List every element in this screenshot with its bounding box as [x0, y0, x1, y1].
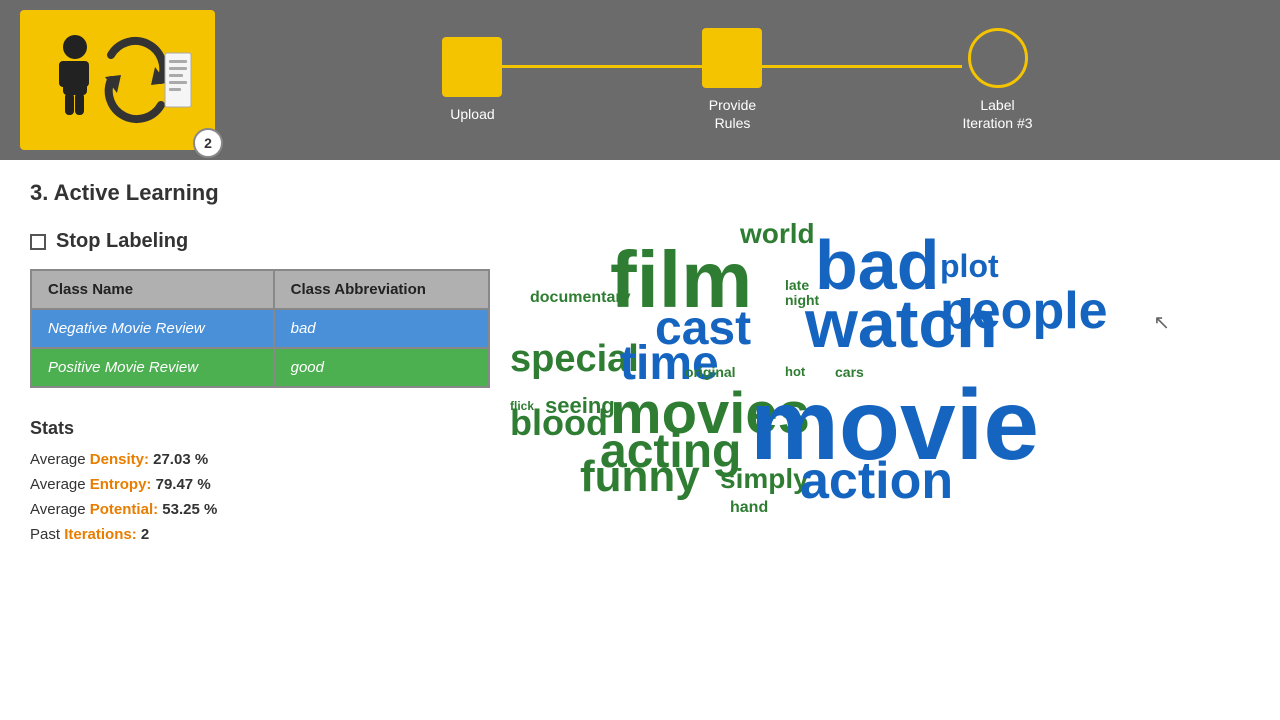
section-title: 3. Active Learning — [30, 180, 1250, 206]
stat-density: Average Density: 27.03 % — [30, 451, 510, 468]
word-cloud-word: plot — [940, 250, 999, 282]
pipeline-step-provide-rules[interactable]: ProvideRules — [702, 28, 762, 132]
word-cloud: filmworldbadplotdocumentarylatenightcast… — [510, 210, 1250, 590]
table-row-negative: Negative Movie Review bad — [31, 309, 489, 348]
pipeline-step-upload[interactable]: Upload — [442, 37, 502, 123]
logo-svg — [43, 25, 193, 135]
class-table: Class Name Class Abbreviation Negative M… — [30, 269, 490, 388]
stat-iterations-value: 2 — [141, 526, 149, 543]
pipeline-line-1 — [502, 65, 702, 68]
left-panel: Stop Labeling Class Name Class Abbreviat… — [30, 230, 510, 590]
pipeline-step-label-upload: Upload — [450, 105, 494, 123]
table-header-class-name: Class Name — [31, 270, 274, 309]
stat-potential-highlight: Potential: — [90, 501, 158, 518]
content-row: Stop Labeling Class Name Class Abbreviat… — [30, 230, 1250, 590]
word-cloud-word: simply — [720, 465, 809, 493]
table-header-abbreviation: Class Abbreviation — [274, 270, 489, 309]
stats-section: Stats Average Density: 27.03 % Average E… — [30, 418, 510, 543]
stats-title: Stats — [30, 418, 510, 439]
word-cloud-word: funny — [580, 455, 700, 499]
stat-density-value: 27.03 % — [153, 451, 208, 468]
table-cell-negative-abbr: bad — [274, 309, 489, 348]
pipeline-step-box-iteration — [968, 28, 1028, 88]
word-cloud-word: hand — [730, 500, 768, 516]
table-cell-positive-abbr: good — [274, 348, 489, 387]
pipeline-step-box-rules — [702, 28, 762, 88]
stop-labeling-checkbox[interactable] — [30, 234, 46, 250]
word-cloud-word: blood — [510, 405, 608, 441]
main-content: 3. Active Learning Stop Labeling Class N… — [0, 160, 1280, 610]
pipeline-line-2 — [762, 65, 962, 68]
pipeline-step-label-iteration-label: LabelIteration #3 — [962, 96, 1032, 132]
stat-entropy-value: 79.47 % — [156, 476, 211, 493]
table-row-positive: Positive Movie Review good — [31, 348, 489, 387]
pipeline: Upload ProvideRules LabelIteration #3 — [215, 28, 1260, 132]
logo-badge: 2 — [193, 128, 223, 158]
cursor-icon: ↖ — [1153, 310, 1170, 335]
word-cloud-word: action — [800, 455, 953, 507]
stat-iterations-highlight: Iterations: — [64, 526, 137, 543]
word-cloud-word: world — [740, 220, 815, 248]
stat-entropy: Average Entropy: 79.47 % — [30, 476, 510, 493]
pipeline-step-box-upload — [442, 37, 502, 97]
table-cell-negative-name: Negative Movie Review — [31, 309, 274, 348]
stat-potential: Average Potential: 53.25 % — [30, 501, 510, 518]
pipeline-step-label-iteration[interactable]: LabelIteration #3 — [962, 28, 1032, 132]
word-cloud-word: documentary — [530, 290, 630, 306]
stat-density-highlight: Density: — [90, 451, 149, 468]
pipeline-step-label-rules: ProvideRules — [709, 96, 756, 132]
word-cloud-word: people — [940, 285, 1108, 337]
stop-labeling-label: Stop Labeling — [56, 230, 188, 253]
stat-potential-value: 53.25 % — [162, 501, 217, 518]
toolbar: 2 Upload ProvideRules LabelIteration #3 — [0, 0, 1280, 160]
stat-entropy-highlight: Entropy: — [90, 476, 152, 493]
word-cloud-word: original — [685, 365, 736, 379]
table-cell-positive-name: Positive Movie Review — [31, 348, 274, 387]
logo-box: 2 — [20, 10, 215, 150]
stop-labeling-row: Stop Labeling — [30, 230, 510, 253]
stat-iterations: Past Iterations: 2 — [30, 526, 510, 543]
